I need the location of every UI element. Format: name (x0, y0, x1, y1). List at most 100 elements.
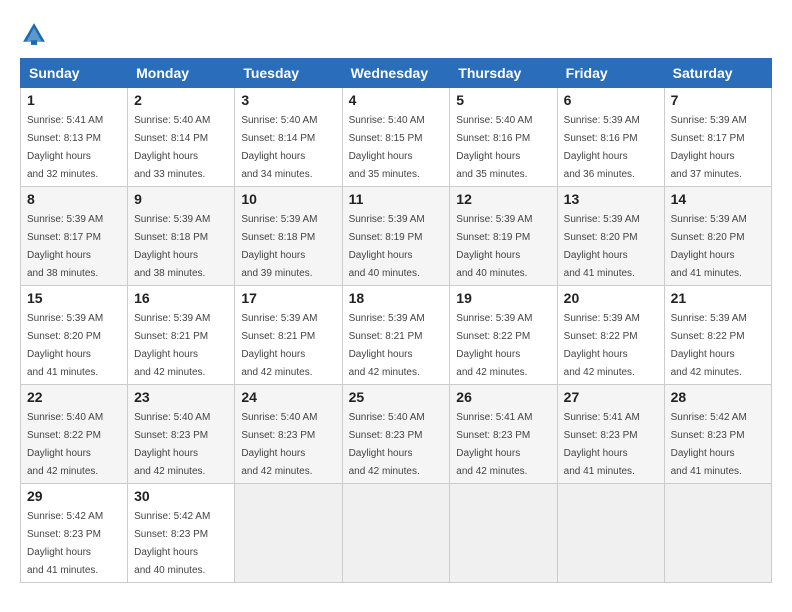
day-number: 4 (349, 92, 444, 108)
calendar-cell: 26 Sunrise: 5:41 AMSunset: 8:23 PMDaylig… (450, 385, 557, 484)
day-number: 21 (671, 290, 765, 306)
day-number: 14 (671, 191, 765, 207)
calendar-table: Sunday Monday Tuesday Wednesday Thursday… (20, 58, 772, 583)
calendar-cell: 7 Sunrise: 5:39 AMSunset: 8:17 PMDayligh… (664, 88, 771, 187)
col-sunday: Sunday (21, 59, 128, 88)
day-info: Sunrise: 5:42 AMSunset: 8:23 PMDaylight … (671, 412, 747, 477)
calendar-cell: 2 Sunrise: 5:40 AMSunset: 8:14 PMDayligh… (128, 88, 235, 187)
day-number: 20 (564, 290, 658, 306)
day-info: Sunrise: 5:41 AMSunset: 8:23 PMDaylight … (564, 412, 640, 477)
calendar-cell: 8 Sunrise: 5:39 AMSunset: 8:17 PMDayligh… (21, 187, 128, 286)
calendar-cell: 23 Sunrise: 5:40 AMSunset: 8:23 PMDaylig… (128, 385, 235, 484)
calendar-cell: 4 Sunrise: 5:40 AMSunset: 8:15 PMDayligh… (342, 88, 450, 187)
day-number: 16 (134, 290, 228, 306)
logo (20, 20, 52, 48)
day-number: 28 (671, 389, 765, 405)
day-info: Sunrise: 5:42 AMSunset: 8:23 PMDaylight … (27, 511, 103, 576)
day-info: Sunrise: 5:39 AMSunset: 8:18 PMDaylight … (134, 214, 210, 279)
day-info: Sunrise: 5:39 AMSunset: 8:19 PMDaylight … (456, 214, 532, 279)
day-number: 19 (456, 290, 550, 306)
day-info: Sunrise: 5:40 AMSunset: 8:14 PMDaylight … (241, 115, 317, 180)
calendar-cell: 15 Sunrise: 5:39 AMSunset: 8:20 PMDaylig… (21, 286, 128, 385)
day-number: 23 (134, 389, 228, 405)
day-info: Sunrise: 5:40 AMSunset: 8:16 PMDaylight … (456, 115, 532, 180)
day-info: Sunrise: 5:40 AMSunset: 8:22 PMDaylight … (27, 412, 103, 477)
calendar-cell: 29 Sunrise: 5:42 AMSunset: 8:23 PMDaylig… (21, 484, 128, 583)
day-info: Sunrise: 5:39 AMSunset: 8:17 PMDaylight … (671, 115, 747, 180)
calendar-week-row: 29 Sunrise: 5:42 AMSunset: 8:23 PMDaylig… (21, 484, 772, 583)
calendar-cell (664, 484, 771, 583)
calendar-cell: 21 Sunrise: 5:39 AMSunset: 8:22 PMDaylig… (664, 286, 771, 385)
calendar-cell: 1 Sunrise: 5:41 AMSunset: 8:13 PMDayligh… (21, 88, 128, 187)
calendar-cell: 10 Sunrise: 5:39 AMSunset: 8:18 PMDaylig… (235, 187, 342, 286)
day-number: 10 (241, 191, 335, 207)
calendar-cell: 5 Sunrise: 5:40 AMSunset: 8:16 PMDayligh… (450, 88, 557, 187)
calendar-week-row: 22 Sunrise: 5:40 AMSunset: 8:22 PMDaylig… (21, 385, 772, 484)
col-monday: Monday (128, 59, 235, 88)
day-info: Sunrise: 5:41 AMSunset: 8:13 PMDaylight … (27, 115, 103, 180)
day-info: Sunrise: 5:40 AMSunset: 8:23 PMDaylight … (134, 412, 210, 477)
calendar-cell: 6 Sunrise: 5:39 AMSunset: 8:16 PMDayligh… (557, 88, 664, 187)
calendar-header-row: Sunday Monday Tuesday Wednesday Thursday… (21, 59, 772, 88)
day-number: 6 (564, 92, 658, 108)
calendar-cell: 9 Sunrise: 5:39 AMSunset: 8:18 PMDayligh… (128, 187, 235, 286)
day-info: Sunrise: 5:39 AMSunset: 8:19 PMDaylight … (349, 214, 425, 279)
day-number: 7 (671, 92, 765, 108)
day-number: 9 (134, 191, 228, 207)
day-number: 27 (564, 389, 658, 405)
calendar-cell: 22 Sunrise: 5:40 AMSunset: 8:22 PMDaylig… (21, 385, 128, 484)
calendar-cell: 24 Sunrise: 5:40 AMSunset: 8:23 PMDaylig… (235, 385, 342, 484)
calendar-cell: 27 Sunrise: 5:41 AMSunset: 8:23 PMDaylig… (557, 385, 664, 484)
day-number: 11 (349, 191, 444, 207)
day-number: 8 (27, 191, 121, 207)
col-wednesday: Wednesday (342, 59, 450, 88)
day-info: Sunrise: 5:39 AMSunset: 8:20 PMDaylight … (671, 214, 747, 279)
calendar-cell: 20 Sunrise: 5:39 AMSunset: 8:22 PMDaylig… (557, 286, 664, 385)
day-number: 3 (241, 92, 335, 108)
calendar-cell: 25 Sunrise: 5:40 AMSunset: 8:23 PMDaylig… (342, 385, 450, 484)
day-number: 29 (27, 488, 121, 504)
day-info: Sunrise: 5:39 AMSunset: 8:22 PMDaylight … (671, 313, 747, 378)
day-info: Sunrise: 5:39 AMSunset: 8:20 PMDaylight … (564, 214, 640, 279)
day-number: 13 (564, 191, 658, 207)
day-number: 15 (27, 290, 121, 306)
day-info: Sunrise: 5:40 AMSunset: 8:23 PMDaylight … (349, 412, 425, 477)
calendar-week-row: 15 Sunrise: 5:39 AMSunset: 8:20 PMDaylig… (21, 286, 772, 385)
logo-icon (20, 20, 48, 48)
calendar-cell: 3 Sunrise: 5:40 AMSunset: 8:14 PMDayligh… (235, 88, 342, 187)
day-number: 1 (27, 92, 121, 108)
day-info: Sunrise: 5:39 AMSunset: 8:21 PMDaylight … (241, 313, 317, 378)
day-info: Sunrise: 5:39 AMSunset: 8:21 PMDaylight … (134, 313, 210, 378)
calendar-cell: 30 Sunrise: 5:42 AMSunset: 8:23 PMDaylig… (128, 484, 235, 583)
day-number: 25 (349, 389, 444, 405)
calendar-cell: 28 Sunrise: 5:42 AMSunset: 8:23 PMDaylig… (664, 385, 771, 484)
day-info: Sunrise: 5:40 AMSunset: 8:15 PMDaylight … (349, 115, 425, 180)
day-info: Sunrise: 5:39 AMSunset: 8:17 PMDaylight … (27, 214, 103, 279)
calendar-cell (450, 484, 557, 583)
day-number: 5 (456, 92, 550, 108)
calendar-cell: 19 Sunrise: 5:39 AMSunset: 8:22 PMDaylig… (450, 286, 557, 385)
calendar-cell (557, 484, 664, 583)
calendar-cell: 14 Sunrise: 5:39 AMSunset: 8:20 PMDaylig… (664, 187, 771, 286)
day-info: Sunrise: 5:42 AMSunset: 8:23 PMDaylight … (134, 511, 210, 576)
col-thursday: Thursday (450, 59, 557, 88)
day-info: Sunrise: 5:39 AMSunset: 8:16 PMDaylight … (564, 115, 640, 180)
page-header (20, 20, 772, 48)
day-number: 30 (134, 488, 228, 504)
calendar-week-row: 8 Sunrise: 5:39 AMSunset: 8:17 PMDayligh… (21, 187, 772, 286)
day-info: Sunrise: 5:41 AMSunset: 8:23 PMDaylight … (456, 412, 532, 477)
calendar-cell: 12 Sunrise: 5:39 AMSunset: 8:19 PMDaylig… (450, 187, 557, 286)
day-info: Sunrise: 5:40 AMSunset: 8:23 PMDaylight … (241, 412, 317, 477)
day-number: 2 (134, 92, 228, 108)
calendar-cell: 18 Sunrise: 5:39 AMSunset: 8:21 PMDaylig… (342, 286, 450, 385)
calendar-cell: 13 Sunrise: 5:39 AMSunset: 8:20 PMDaylig… (557, 187, 664, 286)
calendar-cell (342, 484, 450, 583)
calendar-cell: 11 Sunrise: 5:39 AMSunset: 8:19 PMDaylig… (342, 187, 450, 286)
day-info: Sunrise: 5:39 AMSunset: 8:18 PMDaylight … (241, 214, 317, 279)
day-info: Sunrise: 5:40 AMSunset: 8:14 PMDaylight … (134, 115, 210, 180)
day-number: 17 (241, 290, 335, 306)
calendar-cell: 17 Sunrise: 5:39 AMSunset: 8:21 PMDaylig… (235, 286, 342, 385)
day-number: 26 (456, 389, 550, 405)
day-number: 24 (241, 389, 335, 405)
calendar-week-row: 1 Sunrise: 5:41 AMSunset: 8:13 PMDayligh… (21, 88, 772, 187)
